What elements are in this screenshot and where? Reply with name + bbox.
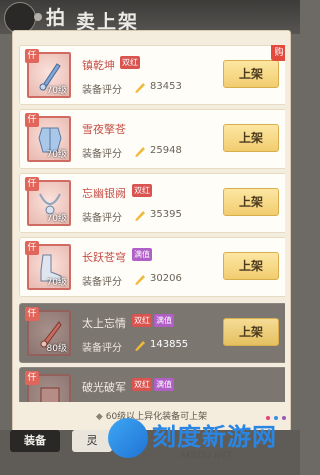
- equipment-icon[interactable]: 仟 80级: [25, 307, 71, 356]
- item-name: 镇乾坤: [82, 59, 115, 72]
- level-label: 70级: [46, 150, 67, 160]
- grade-badge: 仟: [25, 49, 39, 63]
- tab-spirit[interactable]: 灵: [72, 430, 112, 452]
- score-value: 143855: [150, 339, 189, 350]
- equipment-list[interactable]: 仟 70级 镇乾坤 双红 装备评分 83453 上架 购 仟 70级 雪夜擎苍 …: [19, 45, 285, 402]
- score-value: 83453: [150, 81, 182, 92]
- item-name: 长跃苍穹: [82, 251, 126, 264]
- score-label: 装备评分: [82, 149, 122, 160]
- equipment-card: 仟 70级 忘幽银阙 双红 装备评分 35395 上架: [19, 173, 285, 233]
- score-value: 25948: [150, 145, 182, 156]
- rarity-tag: 双红: [132, 314, 152, 327]
- watermark-url: AKEDU.NET: [180, 451, 233, 461]
- equipment-icon[interactable]: 仟: [25, 371, 71, 402]
- rarity-tag-secondary: 满值: [154, 314, 174, 327]
- rarity-tag: 双红: [132, 184, 152, 197]
- equipment-panel: 仟 70级 镇乾坤 双红 装备评分 83453 上架 购 仟 70级 雪夜擎苍 …: [12, 30, 291, 432]
- item-name: 雪夜擎苍: [82, 123, 126, 136]
- gear-item-icon: [40, 387, 60, 402]
- equipment-icon[interactable]: 仟 70级: [25, 177, 71, 226]
- header-title-char: 拍: [46, 7, 68, 29]
- score-pen-icon: [135, 147, 145, 157]
- level-label: 70级: [46, 214, 67, 224]
- score-label: 装备评分: [82, 85, 122, 96]
- watermark: 刻度新游网 AKEDU.NET: [108, 415, 296, 470]
- score-pen-icon: [135, 211, 145, 221]
- rarity-tag: 满值: [132, 248, 152, 261]
- item-name: 忘幽银阙: [82, 187, 126, 200]
- buy-badge: 购: [271, 45, 285, 61]
- level-label: 70级: [46, 278, 67, 288]
- rarity-tag: 双红: [120, 56, 140, 69]
- grade-badge: 仟: [25, 113, 39, 127]
- score-pen-icon: [135, 341, 145, 351]
- item-name: 破光破军: [82, 381, 126, 394]
- score-value: 35395: [150, 209, 182, 220]
- equipment-icon[interactable]: 仟 70级: [25, 241, 71, 290]
- header-bar: 拍 卖上架: [0, 0, 300, 34]
- diamond-icon: ◆: [95, 412, 103, 422]
- score-label: 装备评分: [82, 277, 122, 288]
- tab-equipment[interactable]: 装备: [10, 430, 60, 452]
- blue-dot-icon: [274, 416, 278, 420]
- equipment-card: 仟 70级 长跃苍穹 满值 装备评分 30206 上架: [19, 237, 285, 297]
- equipment-card: 仟 70级 镇乾坤 双红 装备评分 83453 上架 购: [19, 45, 285, 105]
- equipment-card: 仟 70级 雪夜擎苍 装备评分 25948 上架: [19, 109, 285, 169]
- equipment-card: 仟 破光破军 双红 满值: [19, 367, 285, 402]
- grade-badge: 仟: [25, 371, 39, 385]
- level-label: 70级: [46, 86, 67, 96]
- equipment-icon[interactable]: 仟 70级: [25, 49, 71, 98]
- score-label: 装备评分: [82, 213, 122, 224]
- level-label: 80级: [46, 344, 67, 354]
- list-button[interactable]: 上架: [223, 318, 279, 346]
- grade-badge: 仟: [25, 307, 39, 321]
- purple-dot-icon: [282, 416, 286, 420]
- grade-badge: 仟: [25, 177, 39, 191]
- score-label: 装备评分: [82, 343, 122, 354]
- list-button[interactable]: 上架: [223, 60, 279, 88]
- item-name: 太上忘情: [82, 317, 126, 330]
- list-button[interactable]: 上架: [223, 124, 279, 152]
- score-pen-icon: [135, 275, 145, 285]
- header-dot-icon: [34, 13, 42, 21]
- equipment-card: 仟 80级 太上忘情 双红 满值 装备评分 143855 上架: [19, 303, 285, 363]
- watermark-text: 刻度新游网: [152, 423, 277, 451]
- grade-badge: 仟: [25, 241, 39, 255]
- list-button[interactable]: 上架: [223, 188, 279, 216]
- list-button[interactable]: 上架: [223, 252, 279, 280]
- equipment-icon[interactable]: 仟 70级: [25, 113, 71, 162]
- rarity-tag-secondary: 满值: [154, 378, 174, 391]
- pink-dot-icon: [266, 416, 270, 420]
- watermark-logo-icon: [108, 418, 148, 458]
- rarity-tag: 双红: [132, 378, 152, 391]
- score-value: 30206: [150, 273, 182, 284]
- score-pen-icon: [135, 83, 145, 93]
